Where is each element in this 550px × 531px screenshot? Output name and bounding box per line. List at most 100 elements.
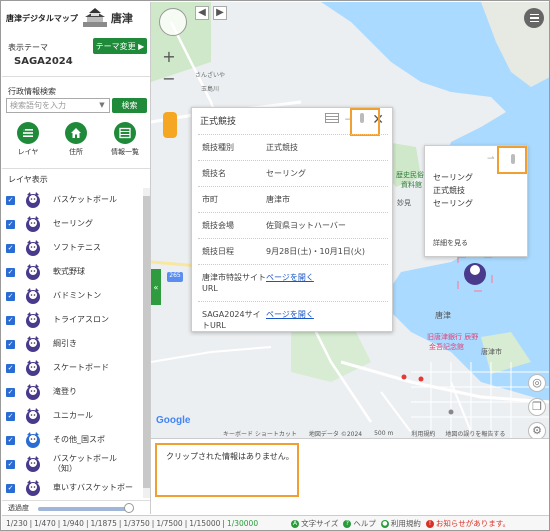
scale-option[interactable]: 1/30000 <box>226 519 259 528</box>
pan-control[interactable] <box>159 8 187 36</box>
forward-arrow-icon[interactable]: ▶ <box>213 6 227 20</box>
layer-item[interactable]: ✓ スケートボード <box>2 356 142 380</box>
share-icon[interactable]: ⇀ <box>487 154 495 164</box>
layer-item[interactable]: ✓ バスケットボール （知） <box>2 452 142 476</box>
table-icon[interactable] <box>324 113 339 126</box>
layer-checkbox[interactable]: ✓ <box>6 459 15 469</box>
layer-checkbox[interactable]: ✓ <box>6 315 15 325</box>
address-tool[interactable]: 住所 <box>56 122 96 157</box>
street-view-pegman-icon[interactable] <box>163 112 177 138</box>
layer-item[interactable]: ✓ ユニカール <box>2 404 142 428</box>
details-link[interactable]: 詳細を見る <box>433 238 468 248</box>
mascot-icon <box>23 214 43 234</box>
scale-selector: 1/230 | 1/470 | 1/940 | 1/1875 | 1/3750 | 1/7500 | 1… <box>5 519 259 528</box>
layer-checkbox[interactable]: ✓ <box>6 387 15 397</box>
text-size-link[interactable]: A 文字サイズ <box>291 518 338 529</box>
layer-checkbox[interactable]: ✓ <box>6 363 15 373</box>
search-button[interactable]: 検索 <box>112 98 147 113</box>
chevron-down-icon[interactable]: ▼ <box>97 100 107 111</box>
keyboard-shortcuts-link[interactable]: キーボード ショートカット <box>223 429 297 438</box>
map-label: 資料館 <box>401 181 422 189</box>
opacity-slider-handle[interactable] <box>124 503 135 513</box>
popup-row-key: SAGA2024サイトURL <box>202 310 261 330</box>
layer-item[interactable]: ✓ バドミントン <box>2 284 142 308</box>
scale-option[interactable]: 1/230 <box>5 519 29 528</box>
opacity-slider[interactable] <box>38 507 134 511</box>
locate-icon[interactable]: ◎ <box>528 374 546 392</box>
terms-label: 利用規約 <box>390 519 421 528</box>
info-popup: 正式競技 ⇀ ✕ 競技種別 正式競技 競技名 セーリング 市町 唐津市 競技会場 佐賀県ヨット… <box>191 107 393 332</box>
layers-toggle-icon[interactable]: ❐ <box>528 398 546 416</box>
mascot-icon <box>23 310 43 330</box>
layer-item[interactable]: ✓ バスケットボール <box>2 188 142 212</box>
scale-option[interactable]: 1/15000 <box>188 519 221 528</box>
zoom-out-button[interactable]: − <box>161 71 177 88</box>
layer-checkbox[interactable]: ✓ <box>6 411 15 421</box>
scale-option[interactable]: 1/1875 <box>89 519 117 528</box>
popup-row-value: 9月28日(土)・10月1日(火) <box>266 247 366 256</box>
scale-option[interactable]: 1/7500 <box>155 519 183 528</box>
road-badge: 265 <box>167 272 183 282</box>
layer-item[interactable]: ✓ セーリング <box>2 212 142 236</box>
layer-name: 車いすバスケットボー <box>53 483 133 492</box>
info-list-tool[interactable]: 情報一覧 <box>105 122 145 157</box>
map-label: 唐津市 <box>481 348 502 356</box>
scrollbar[interactable] <box>143 188 150 498</box>
popup-row-key: 競技種別 <box>202 143 234 152</box>
theme-change-button[interactable]: テーマ変更 ▶ <box>93 38 147 54</box>
layer-item[interactable]: ✓ 車いすバスケットボー <box>2 476 142 498</box>
scale-option[interactable]: 1/470 <box>33 519 57 528</box>
layer-item[interactable]: ✓ 滝登り <box>2 380 142 404</box>
layer-checkbox[interactable]: ✓ <box>6 219 15 229</box>
terms-link[interactable]: ● 利用規約 <box>380 518 421 529</box>
layer-tool[interactable]: レイヤ <box>8 122 48 157</box>
layer-checkbox[interactable]: ✓ <box>6 435 15 445</box>
layer-checkbox[interactable]: ✓ <box>6 339 15 349</box>
open-page-link[interactable]: ページを開く <box>266 272 384 294</box>
mascot-icon <box>23 454 43 474</box>
layer-checkbox[interactable]: ✓ <box>6 291 15 301</box>
divider <box>2 76 150 77</box>
logo[interactable]: 唐津デジタルマップ 唐津 <box>6 6 146 30</box>
report-link[interactable]: 地図の誤りを報告する <box>445 429 505 438</box>
layer-item[interactable]: ✓ 軟式野球 <box>2 260 142 284</box>
layer-checkbox[interactable]: ✓ <box>6 267 15 277</box>
layer-item[interactable]: ✓ その他_国スポ <box>2 428 142 452</box>
layer-checkbox[interactable]: ✓ <box>6 195 15 205</box>
map-label: さんざいや <box>195 72 226 79</box>
map-label: 唐津 <box>435 311 451 320</box>
clip-empty-message: クリップされた情報はありません。 <box>166 452 294 461</box>
zoom-in-button[interactable]: + <box>161 49 177 66</box>
notice-link[interactable]: ! お知らせがあります。 <box>425 518 510 529</box>
terms-link[interactable]: 利用規約 <box>411 429 435 438</box>
mascot-icon <box>23 190 43 210</box>
popup-row: 競技名 セーリング <box>198 160 388 186</box>
search-input[interactable]: 検索語句を入力 ▼ <box>6 98 110 113</box>
popup-row: 競技種別 正式競技 <box>198 134 388 160</box>
map-label: 妙見 <box>397 199 411 207</box>
clip-panel: クリップされた情報はありません。 <box>151 438 549 514</box>
layer-item[interactable]: ✓ 綱引き <box>2 332 142 356</box>
scale-text: 500 m <box>374 429 394 437</box>
layer-name: スケートボード <box>53 363 109 372</box>
mascot-icon <box>23 430 43 450</box>
scale-option[interactable]: 1/3750 <box>122 519 150 528</box>
clip-icon[interactable] <box>509 153 517 168</box>
terms-icon: ● <box>380 519 389 528</box>
collapse-sidebar-button[interactable]: « <box>151 269 161 305</box>
menu-icon[interactable] <box>524 8 544 28</box>
layer-checkbox[interactable]: ✓ <box>6 483 15 493</box>
scroll-thumb[interactable] <box>143 196 150 488</box>
layer-item[interactable]: ✓ ソフトテニス <box>2 236 142 260</box>
popup-row-key: 競技会場 <box>202 221 234 230</box>
popup-title: 正式競技 <box>200 117 237 127</box>
layer-name: その他_国スポ <box>53 435 105 444</box>
layer-checkbox[interactable]: ✓ <box>6 243 15 253</box>
help-link[interactable]: ? ヘルプ <box>343 518 376 529</box>
layer-item[interactable]: ✓ トライアスロン <box>2 308 142 332</box>
scale-option[interactable]: 1/940 <box>61 519 85 528</box>
open-page-link[interactable]: ページを開く <box>266 309 384 331</box>
back-arrow-icon[interactable]: ◀ <box>195 6 209 20</box>
layer-name: セーリング <box>53 219 93 228</box>
popup-row-value: 佐賀県ヨットハーバー <box>266 221 346 230</box>
